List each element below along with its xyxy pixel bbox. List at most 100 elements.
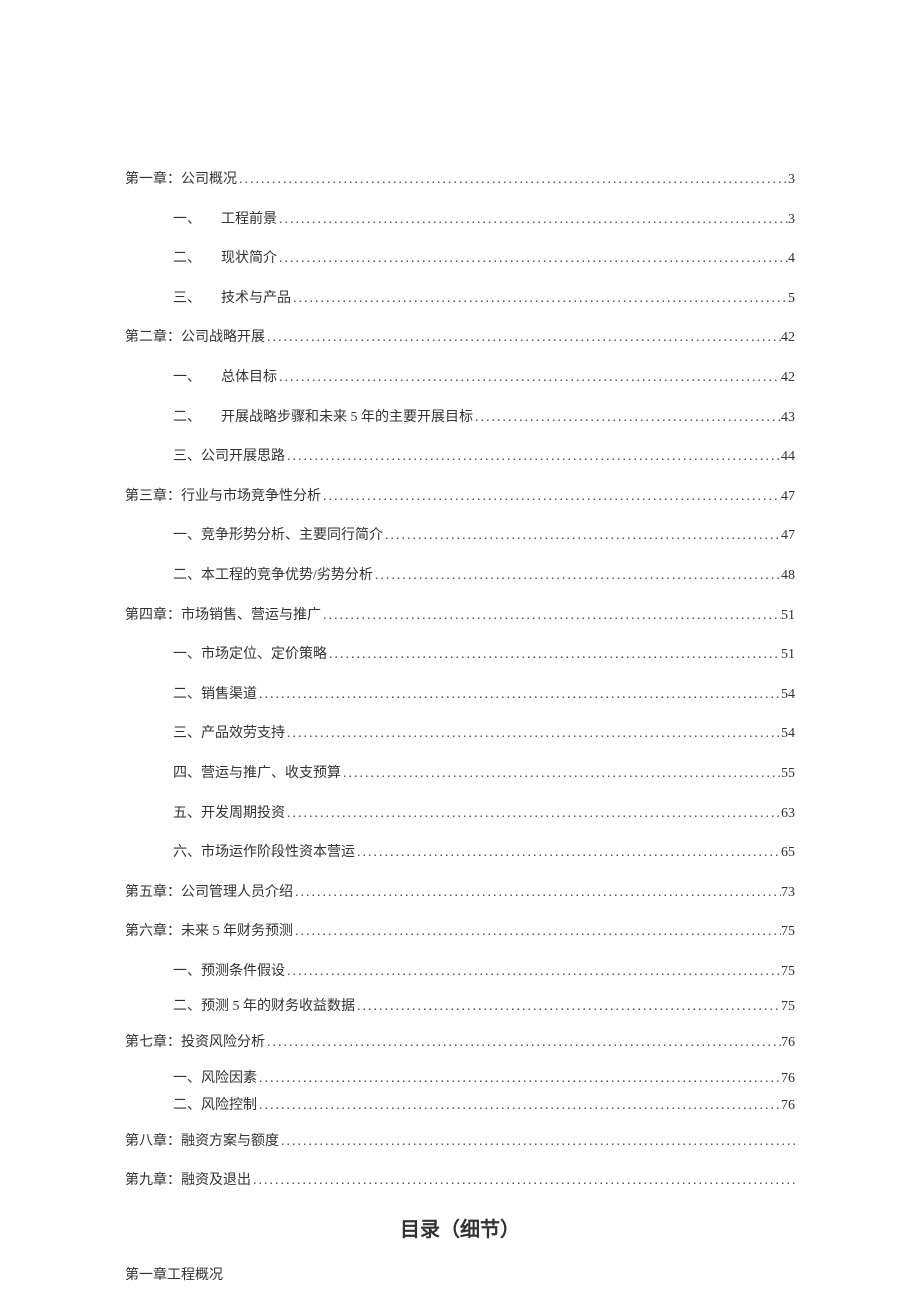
toc-entry: 一、风险因素 76 xyxy=(173,1069,795,1089)
toc-page-number: 43 xyxy=(781,408,795,428)
toc-leader-dots xyxy=(293,883,781,903)
toc-leader-dots xyxy=(293,922,781,942)
toc-label: 二、预测 5 年的财务收益数据 xyxy=(173,997,355,1017)
section-heading: 目录（细节） xyxy=(125,1213,795,1242)
toc-entry: 一、市场定位、定价策略 51 xyxy=(173,645,795,665)
toc-entry: 第九章：融资及退出 xyxy=(125,1171,795,1191)
toc-label: 五、开发周期投资 xyxy=(173,804,285,824)
toc-label: 一、风险因素 xyxy=(173,1069,257,1089)
toc-page-number: 3 xyxy=(788,170,795,190)
toc-page-number: 42 xyxy=(781,368,795,388)
toc-page-number: 75 xyxy=(781,922,795,942)
toc-label: 一、市场定位、定价策略 xyxy=(173,645,327,665)
toc-entry: 一、预测条件假设 75 xyxy=(173,962,795,982)
toc-number: 二、 xyxy=(173,408,221,428)
toc-label: 二、本工程的竞争优势/劣势分析 xyxy=(173,566,373,586)
toc-label: 一、竞争形势分析、主要同行简介 xyxy=(173,526,383,546)
toc-leader-dots xyxy=(473,408,781,428)
toc-page-number: 48 xyxy=(781,566,795,586)
toc-entry: 四、营运与推广、收支预算55 xyxy=(173,764,795,784)
toc-label: 工程前景 xyxy=(221,210,277,230)
toc-number: 三、 xyxy=(173,289,221,309)
toc-leader-dots xyxy=(285,447,781,467)
toc-entry: 第六章：未来 5 年财务预测 75 xyxy=(125,922,795,942)
toc-number: 二、 xyxy=(173,249,221,269)
toc-leader-dots xyxy=(383,526,781,546)
toc-label: 第四章：市场销售、营运与推广 xyxy=(125,606,321,626)
toc-label: 六、市场运作阶段性资本营运 xyxy=(173,843,355,863)
toc-leader-dots xyxy=(285,804,781,824)
toc-entry: 六、市场运作阶段性资本营运 65 xyxy=(173,843,795,863)
toc-label: 二、风险控制 xyxy=(173,1096,257,1116)
toc-entry: 三、技术与产品 5 xyxy=(173,289,795,309)
toc-page-number: 76 xyxy=(781,1033,795,1053)
toc-entry: 第五章：公司管理人员介绍73 xyxy=(125,883,795,903)
toc-entry: 二、开展战略步骤和未来 5 年的主要开展目标 43 xyxy=(173,408,795,428)
toc-entry: 三、公司开展思路44 xyxy=(173,447,795,467)
toc-page-number: 65 xyxy=(781,843,795,863)
table-of-contents: 第一章：公司概况3一、工程前景3二、现状简介4三、技术与产品5第二章：公司战略开… xyxy=(125,170,795,1191)
toc-label: 四、营运与推广、收支预算 xyxy=(173,764,341,784)
toc-page-number: 54 xyxy=(781,724,795,744)
toc-page-number: 47 xyxy=(781,526,795,546)
toc-entry: 第四章：市场销售、营运与推广 51 xyxy=(125,606,795,626)
toc-entry: 二、风险控制76 xyxy=(173,1096,795,1116)
toc-label: 总体目标 xyxy=(221,368,277,388)
toc-page-number: 44 xyxy=(781,447,795,467)
toc-leader-dots xyxy=(265,328,781,348)
toc-leader-dots xyxy=(285,724,781,744)
toc-label: 技术与产品 xyxy=(221,289,291,309)
toc-leader-dots xyxy=(277,210,788,230)
toc-entry: 二、现状简介 4 xyxy=(173,249,795,269)
toc-leader-dots xyxy=(277,249,788,269)
toc-leader-dots xyxy=(373,566,781,586)
toc-leader-dots xyxy=(237,170,788,190)
toc-label: 第六章：未来 5 年财务预测 xyxy=(125,922,293,942)
body-paragraph: 第一章工程概况 xyxy=(125,1264,795,1284)
toc-leader-dots xyxy=(257,1069,781,1089)
toc-label: 第一章：公司概况 xyxy=(125,170,237,190)
toc-page-number: 42 xyxy=(781,328,795,348)
toc-page-number: 5 xyxy=(788,289,795,309)
toc-page-number: 4 xyxy=(788,249,795,269)
toc-entry: 二、本工程的竞争优势/劣势分析 48 xyxy=(173,566,795,586)
toc-page-number: 51 xyxy=(781,606,795,626)
toc-number: 一、 xyxy=(173,210,221,230)
toc-entry: 第八章：融资方案与额度 xyxy=(125,1132,795,1152)
toc-leader-dots xyxy=(321,487,781,507)
toc-label: 开展战略步骤和未来 5 年的主要开展目标 xyxy=(221,408,473,428)
toc-leader-dots xyxy=(279,1132,795,1152)
toc-leader-dots xyxy=(355,997,781,1017)
toc-leader-dots xyxy=(257,1096,781,1116)
toc-leader-dots xyxy=(285,962,781,982)
toc-leader-dots xyxy=(355,843,781,863)
toc-leader-dots xyxy=(327,645,781,665)
toc-entry: 五、开发周期投资 63 xyxy=(173,804,795,824)
toc-page-number: 76 xyxy=(781,1069,795,1089)
toc-label: 现状简介 xyxy=(221,249,277,269)
toc-page-number: 73 xyxy=(781,883,795,903)
toc-leader-dots xyxy=(341,764,781,784)
toc-entry: 第七章：投资风险分析76 xyxy=(125,1033,795,1053)
toc-entry: 二、销售渠道 54 xyxy=(173,685,795,705)
toc-leader-dots xyxy=(251,1171,795,1191)
toc-entry: 一、工程前景 3 xyxy=(173,210,795,230)
toc-page-number: 51 xyxy=(781,645,795,665)
toc-page-number: 3 xyxy=(788,210,795,230)
toc-entry: 第三章：行业与市场竞争性分析47 xyxy=(125,487,795,507)
toc-label: 一、预测条件假设 xyxy=(173,962,285,982)
toc-entry: 一、总体目标 42 xyxy=(173,368,795,388)
toc-entry: 一、竞争形势分析、主要同行简介 47 xyxy=(173,526,795,546)
toc-page-number: 75 xyxy=(781,962,795,982)
toc-label: 第二章：公司战略开展 xyxy=(125,328,265,348)
toc-label: 三、产品效劳支持 xyxy=(173,724,285,744)
toc-page-number: 63 xyxy=(781,804,795,824)
toc-leader-dots xyxy=(277,368,781,388)
toc-entry: 二、预测 5 年的财务收益数据 75 xyxy=(173,997,795,1017)
toc-label: 二、销售渠道 xyxy=(173,685,257,705)
toc-number: 一、 xyxy=(173,368,221,388)
toc-page-number: 75 xyxy=(781,997,795,1017)
toc-page-number: 54 xyxy=(781,685,795,705)
toc-leader-dots xyxy=(265,1033,781,1053)
toc-leader-dots xyxy=(291,289,788,309)
